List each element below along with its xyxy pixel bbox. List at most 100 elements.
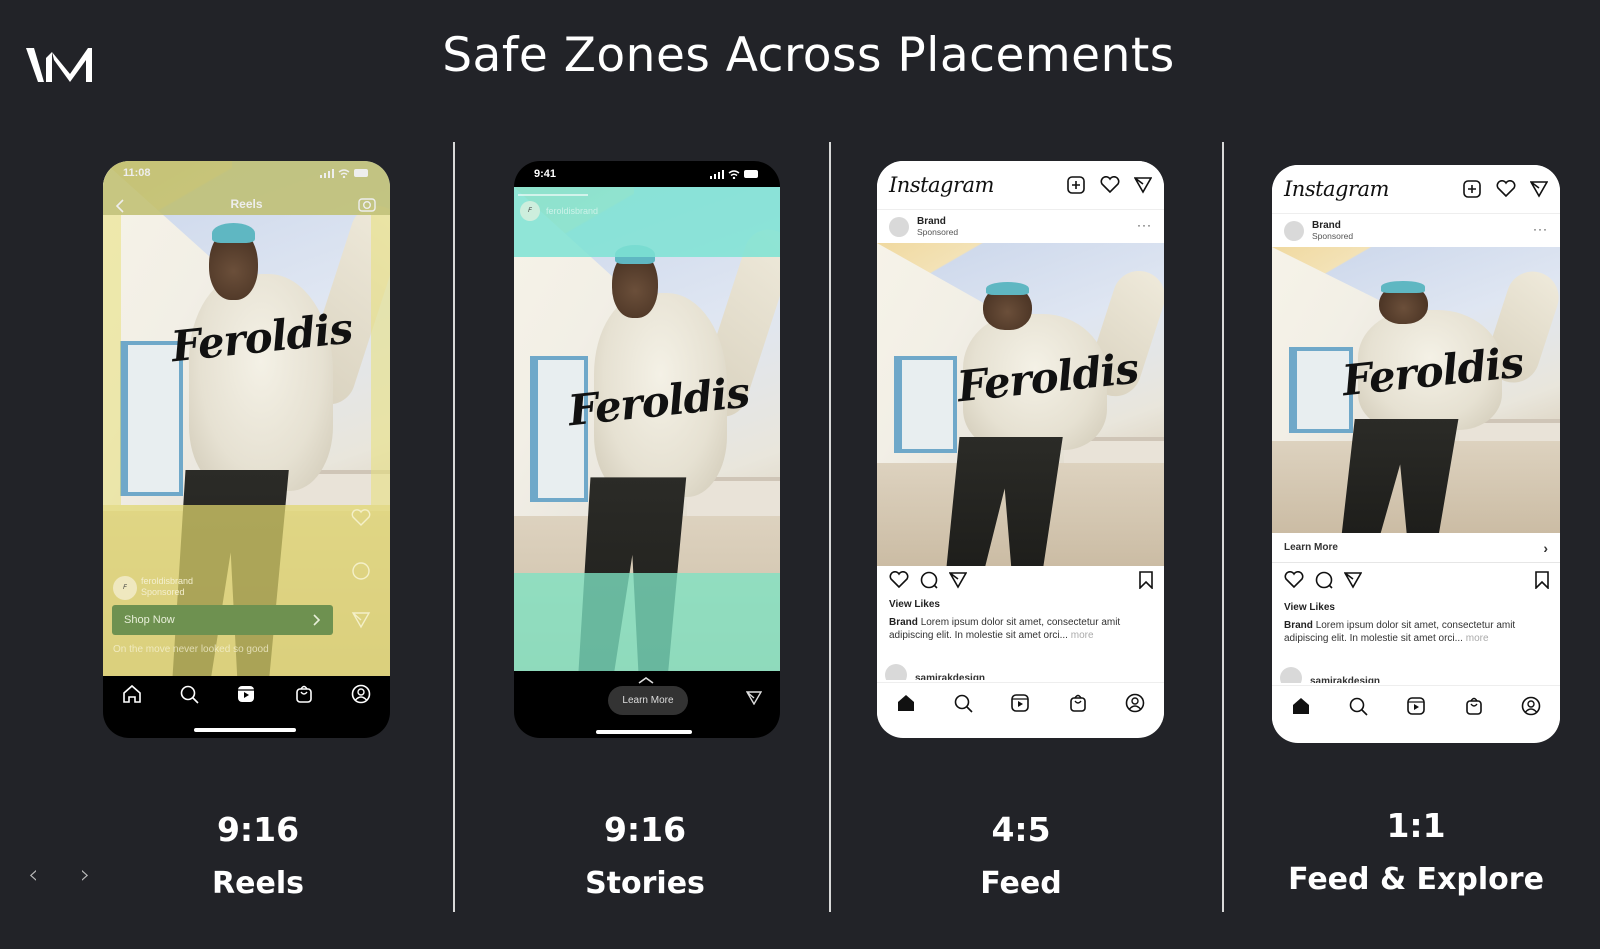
post-actions <box>877 567 1164 593</box>
comment-icon[interactable] <box>1314 570 1334 590</box>
unsafe-zone-right <box>371 215 390 505</box>
bottom-nav <box>877 682 1164 722</box>
chevron-up-icon[interactable] <box>637 676 655 684</box>
bookmark-icon[interactable] <box>1138 571 1154 589</box>
brand-avatar[interactable] <box>1284 220 1304 241</box>
view-likes-link[interactable]: View Likes <box>889 599 940 610</box>
caption-user[interactable]: Brand <box>1284 620 1313 631</box>
sponsored-label: Sponsored <box>1312 231 1354 241</box>
shop-icon[interactable] <box>1067 692 1089 714</box>
shop-now-label: Shop Now <box>124 614 175 626</box>
status-icons <box>320 168 370 178</box>
status-time: 9:41 <box>534 168 557 180</box>
shop-icon[interactable] <box>1463 695 1485 717</box>
bookmark-icon[interactable] <box>1534 571 1550 589</box>
brand-avatar[interactable]: F <box>520 201 540 221</box>
signal-icon <box>320 168 334 178</box>
reels-icon[interactable] <box>1009 692 1031 714</box>
profile-icon[interactable] <box>1124 692 1146 714</box>
caption-more-link[interactable]: more <box>1071 630 1094 641</box>
search-icon[interactable] <box>178 683 200 705</box>
stories-name-label: Stories <box>585 866 705 901</box>
sponsored-label: Sponsored <box>917 227 959 237</box>
reels-title: Reels <box>230 197 263 211</box>
search-icon[interactable] <box>1347 695 1369 717</box>
story-progress-bar <box>518 194 588 196</box>
instagram-logo: Instagram <box>889 173 994 197</box>
post-account[interactable]: Brand <box>1312 220 1353 231</box>
comment-user[interactable]: samirakdesign <box>915 664 985 680</box>
post-caption: Brand Lorem ipsum dolor sit amet, consec… <box>1284 619 1548 645</box>
account-name[interactable]: feroldisbrand <box>546 206 598 216</box>
ad-creative-image: Feroldis <box>1272 247 1560 533</box>
learn-more-button[interactable]: Learn More <box>608 686 688 715</box>
caption-user[interactable]: Brand <box>889 617 918 628</box>
more-menu-icon[interactable]: ··· <box>1533 222 1548 236</box>
feed-explore-ratio-label: 1:1 <box>1386 806 1446 845</box>
more-menu-icon[interactable]: ··· <box>1137 218 1152 232</box>
comment-user[interactable]: samirakdesign <box>1310 667 1380 683</box>
reels-icon[interactable] <box>1405 695 1427 717</box>
share-icon[interactable] <box>1344 571 1362 589</box>
add-post-icon[interactable] <box>1066 175 1086 195</box>
comment-icon[interactable] <box>919 570 939 590</box>
post-header: Brand Sponsored ··· <box>1272 213 1560 247</box>
bottom-nav <box>1272 685 1560 725</box>
unsafe-zone-top <box>514 187 780 257</box>
share-icon[interactable] <box>351 611 371 629</box>
stories-ratio-label: 9:16 <box>603 810 687 849</box>
shop-icon[interactable] <box>293 683 315 705</box>
home-indicator <box>596 730 692 734</box>
chevron-right-icon: › <box>80 860 91 890</box>
post-caption: Brand Lorem ipsum dolor sit amet, consec… <box>889 616 1152 642</box>
status-icons <box>710 169 760 179</box>
profile-icon[interactable] <box>1520 695 1542 717</box>
profile-icon[interactable] <box>350 683 372 705</box>
home-icon[interactable] <box>895 692 917 714</box>
heart-icon[interactable] <box>1100 176 1120 194</box>
reels-icon[interactable] <box>235 683 257 705</box>
home-icon[interactable] <box>121 683 143 705</box>
like-icon[interactable] <box>1284 571 1304 589</box>
home-icon[interactable] <box>1290 695 1312 717</box>
signal-icon <box>710 169 724 179</box>
add-post-icon[interactable] <box>1462 179 1482 199</box>
feed-explore-phone-mockup: Instagram Brand Sponsored ··· Feroldis L… <box>1272 165 1560 743</box>
battery-icon <box>744 170 758 178</box>
share-icon[interactable] <box>949 571 967 589</box>
heart-icon[interactable] <box>351 509 371 527</box>
page-title: Safe Zones Across Placements <box>442 28 1175 83</box>
comment-icon[interactable] <box>351 561 371 581</box>
next-slide-button[interactable]: › <box>80 860 90 890</box>
chevron-left-icon: ‹ <box>28 860 39 890</box>
bottom-nav <box>103 676 390 712</box>
ig-header: Instagram <box>877 161 1164 209</box>
direct-message-icon[interactable] <box>1134 176 1152 194</box>
post-account[interactable]: Brand <box>917 216 958 227</box>
search-icon[interactable] <box>952 692 974 714</box>
caption-more-link[interactable]: more <box>1466 633 1489 644</box>
feed-phone-mockup: Instagram Brand Sponsored ··· Feroldis V… <box>877 161 1164 738</box>
prev-slide-button[interactable]: ‹ <box>28 860 38 890</box>
status-time: 11:08 <box>123 167 151 179</box>
camera-icon[interactable] <box>358 196 376 212</box>
heart-icon[interactable] <box>1496 180 1516 198</box>
instagram-logo: Instagram <box>1284 177 1389 201</box>
learn-more-button[interactable]: Learn More › <box>1272 533 1560 563</box>
brand-avatar[interactable] <box>889 216 909 237</box>
shop-now-button[interactable]: Shop Now <box>112 605 333 635</box>
like-icon[interactable] <box>889 571 909 589</box>
reels-phone-mockup: Feroldis 11:08 Reels F feroldisbrand Spo… <box>103 161 390 738</box>
send-icon[interactable] <box>746 691 762 705</box>
direct-message-icon[interactable] <box>1530 180 1548 198</box>
view-likes-link[interactable]: View Likes <box>1284 602 1335 613</box>
column-divider <box>1222 142 1224 912</box>
unsafe-zone-left <box>103 215 121 505</box>
brand-avatar[interactable]: F <box>113 576 137 600</box>
learn-more-label: Learn More <box>622 695 674 706</box>
reel-caption: On the move never looked so good <box>113 644 269 655</box>
feed-ratio-label: 4:5 <box>991 810 1051 849</box>
account-name[interactable]: feroldisbrand <box>141 576 193 587</box>
reels-name-label: Reels <box>212 866 304 901</box>
feed-name-label: Feed <box>980 866 1062 901</box>
